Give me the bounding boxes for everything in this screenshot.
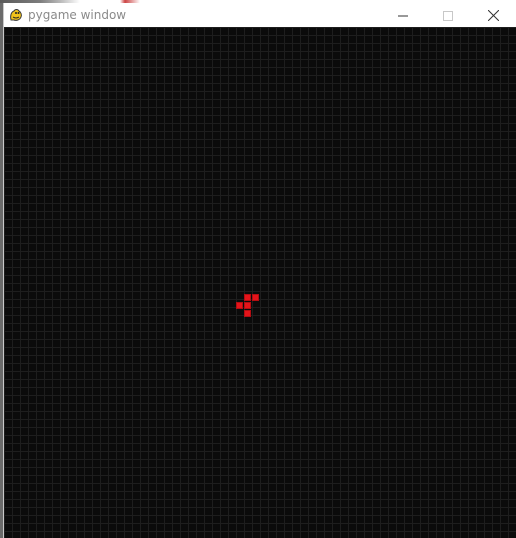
- pygame-snake-icon: [8, 7, 24, 23]
- minimize-button[interactable]: [380, 3, 426, 27]
- close-icon: [487, 6, 499, 25]
- maximize-button[interactable]: [425, 3, 471, 27]
- game-canvas[interactable]: [4, 27, 516, 538]
- close-button[interactable]: [470, 3, 516, 27]
- minimize-icon: [398, 6, 408, 25]
- red-cell: [252, 294, 259, 301]
- red-cell: [244, 310, 251, 317]
- pygame-window: pygame window: [3, 3, 516, 538]
- title-bar[interactable]: pygame window: [4, 3, 516, 27]
- maximize-icon: [443, 6, 453, 25]
- red-cell: [244, 302, 251, 309]
- window-title: pygame window: [28, 8, 127, 22]
- red-cell: [236, 302, 243, 309]
- red-cell: [244, 294, 251, 301]
